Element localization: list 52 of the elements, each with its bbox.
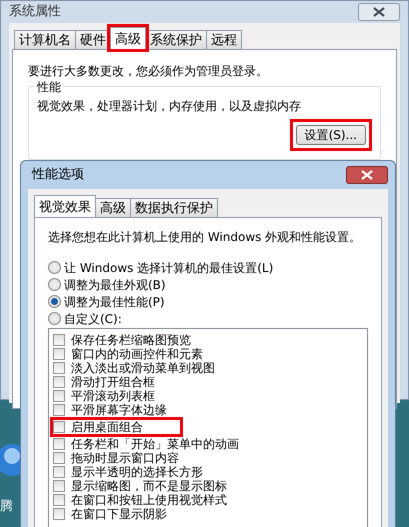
radio-label: 让 Windows 选择计算机的最佳设置(L) [64, 260, 274, 276]
checkbox[interactable] [53, 466, 65, 478]
checkbox[interactable] [53, 438, 65, 450]
option-label: 淡入淡出或滑动菜单到视图 [71, 361, 215, 375]
option-label: 拖动时显示窗口内容 [71, 451, 179, 465]
option-label: 显示缩略图，而不是显示图标 [71, 479, 227, 493]
option-label: 启用桌面组合 [71, 420, 143, 434]
option-label: 滑动打开组合框 [71, 375, 155, 389]
settings-button[interactable]: 设置(S)... [296, 125, 366, 145]
option-label: 平滑滚动列表框 [71, 389, 155, 403]
radio-label: 自定义(C): [64, 310, 122, 328]
checkbox[interactable] [53, 508, 65, 520]
checkbox[interactable] [53, 404, 65, 416]
radio-label: 调整为最佳外观(B) [64, 276, 166, 294]
option-label: 在窗口下显示阴影 [71, 507, 167, 521]
dialog-title: 性能选项 [32, 166, 84, 184]
desktop-icon-label: 腾 [0, 500, 13, 513]
radio-label: 调整为最佳性能(P) [64, 294, 165, 310]
dialog-description: 选择您想在此计算机上使用的 Windows 外观和性能设置。 [48, 229, 362, 246]
option-label: 窗口内的动画控件和元素 [71, 347, 203, 361]
option-label: 在窗口和按钮上使用视觉样式 [71, 493, 227, 507]
option-label: 显示半透明的选择长方形 [71, 465, 203, 479]
radio-button[interactable] [48, 295, 61, 308]
tab[interactable]: 数据执行保护 [130, 198, 218, 217]
group-title: 性能 [35, 78, 63, 96]
checkbox[interactable] [53, 421, 65, 433]
admin-notice: 要进行大多数更改，您必须作为管理员登录。 [28, 63, 269, 80]
tab[interactable]: 高级 [110, 27, 146, 49]
checkbox[interactable] [53, 494, 65, 506]
tab[interactable]: 远程 [206, 30, 242, 49]
radio-button[interactable] [48, 278, 61, 291]
tab[interactable]: 高级 [95, 198, 131, 217]
tab[interactable]: 计算机名 [14, 30, 76, 49]
close-button[interactable] [358, 3, 400, 21]
checkbox[interactable] [53, 452, 65, 464]
close-button[interactable] [346, 166, 388, 184]
performance-description: 视觉效果，处理器计划，内存使用，以及虚拟内存 [37, 98, 302, 115]
close-icon [361, 170, 373, 180]
radio-button[interactable] [48, 261, 61, 274]
option-label: 任务栏和「开始」菜单中的动画 [71, 437, 239, 451]
checkbox[interactable] [53, 362, 65, 374]
tab[interactable]: 视觉效果 [34, 195, 96, 217]
close-icon [373, 7, 385, 17]
checkbox[interactable] [53, 376, 65, 388]
checkbox[interactable] [53, 334, 65, 346]
checkbox[interactable] [53, 480, 65, 492]
option-label: 保存任务栏缩略图预览 [71, 333, 191, 347]
checkbox[interactable] [53, 390, 65, 402]
window-title: 系统属性 [9, 3, 61, 22]
option-label: 平滑屏幕字体边缘 [71, 403, 167, 417]
checkbox[interactable] [53, 348, 65, 360]
radio-button[interactable] [48, 312, 61, 325]
